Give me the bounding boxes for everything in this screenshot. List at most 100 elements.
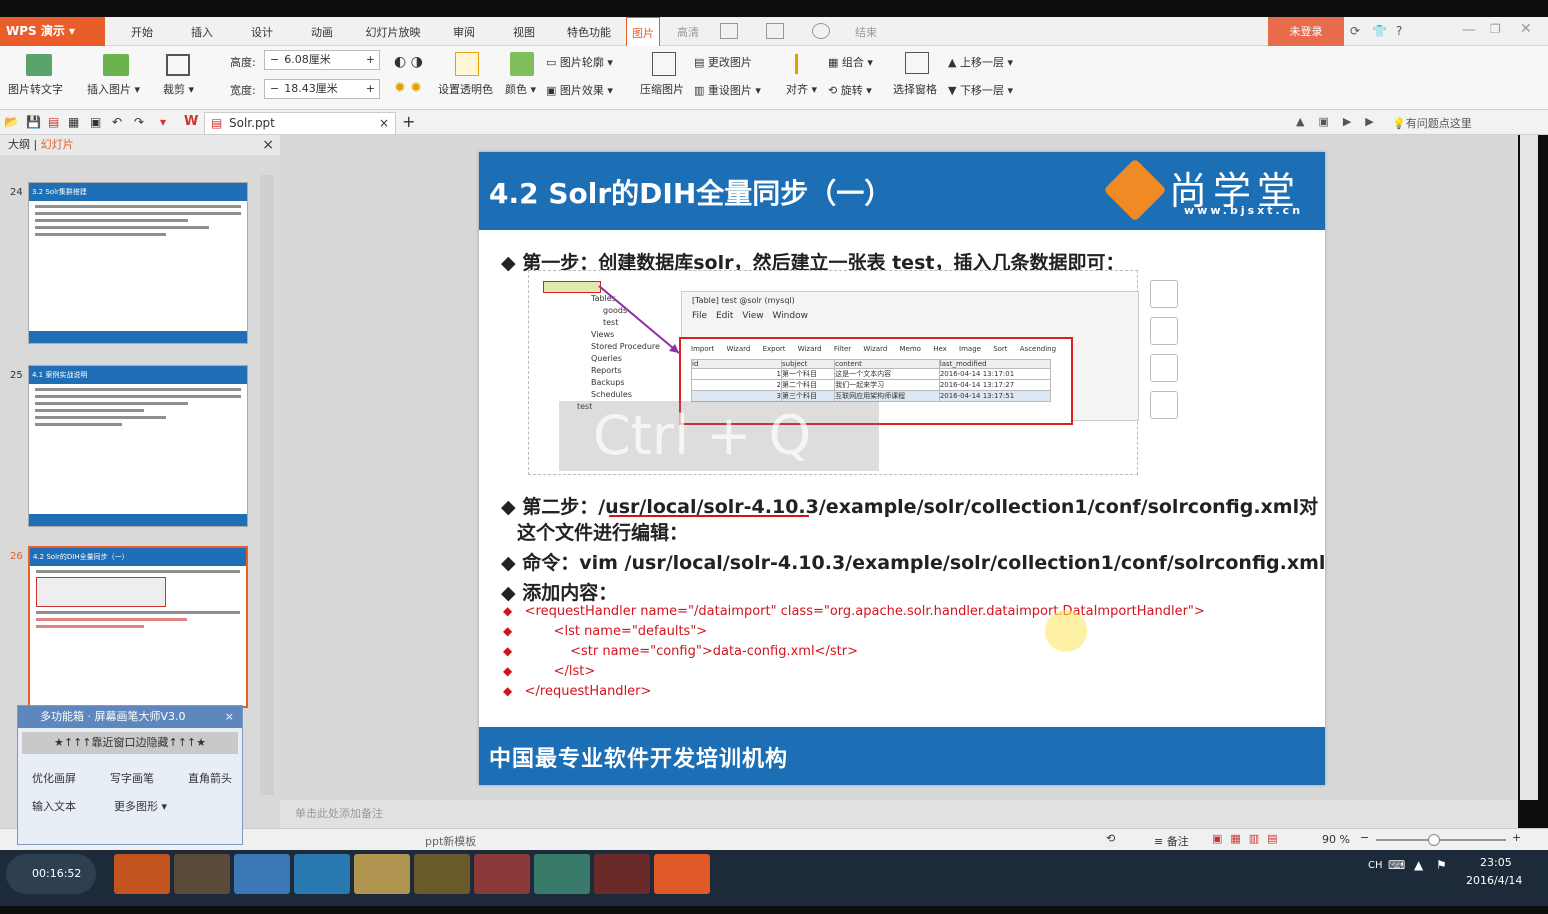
file-tab-solr[interactable]: ▤ Solr.ppt × — [204, 112, 396, 134]
maximize-icon[interactable]: ❐ — [1490, 22, 1501, 36]
app-icon[interactable] — [174, 854, 230, 894]
text-input-button[interactable]: 输入文本 — [32, 798, 76, 814]
edit-icon[interactable] — [1150, 391, 1178, 419]
contrast-icon[interactable]: ◐ ◑ — [394, 54, 423, 70]
slide-thumb-24[interactable]: 3.2 Solr集群搭建 — [28, 182, 248, 344]
slides-tab[interactable]: 幻灯片 — [41, 138, 74, 151]
lang-indicator[interactable]: CH — [1368, 860, 1383, 871]
width-stepper[interactable]: −18.43厘米 + — [264, 79, 380, 99]
tab-design[interactable]: 设计 — [240, 17, 284, 46]
more-icon[interactable]: ▾ — [160, 115, 166, 129]
brightness-icon[interactable]: ✹ ✹ — [394, 80, 422, 96]
clock-date[interactable]: 2016/4/14 — [1466, 874, 1522, 887]
rotate-button[interactable]: ⟲ 旋转 ▾ — [828, 82, 872, 98]
bring-forward-button[interactable]: ▲ 上移一层 ▾ — [948, 54, 1013, 70]
tray-arrow-icon[interactable]: ▲ — [1414, 858, 1423, 872]
code-line[interactable]: ◆ <str name="config">data-config.xml</st… — [503, 644, 858, 659]
redo-icon[interactable]: ↷ — [134, 115, 144, 129]
color-button[interactable]: 颜色 ▾ — [505, 81, 536, 97]
toolbar-icons[interactable]: ▲▣▶▶ — [1296, 115, 1388, 128]
tab-hd[interactable]: 高清 — [666, 17, 710, 46]
undo-icon[interactable]: ↶ — [112, 115, 122, 129]
pen-button[interactable]: 写字画笔 — [110, 770, 154, 786]
notes-toggle[interactable]: ≡ 备注 — [1154, 833, 1189, 849]
start-button[interactable]: 00:16:52 — [6, 854, 96, 894]
send-backward-button[interactable]: ▼ 下移一层 ▾ — [948, 82, 1013, 98]
code-line[interactable]: ◆ <lst name="defaults"> — [503, 624, 707, 639]
preview-icon[interactable]: ▣ — [90, 115, 101, 129]
tab-slideshow[interactable]: 幻灯片放映 — [360, 17, 426, 46]
tab-insert[interactable]: 插入 — [180, 17, 224, 46]
zoom-icon[interactable] — [1150, 317, 1178, 345]
code-line[interactable]: ◆ </lst> — [503, 664, 595, 679]
help-hint[interactable]: 💡有问题点这里 — [1392, 115, 1472, 131]
layers-icon[interactable] — [1150, 280, 1178, 308]
db-screenshot-image[interactable]: Tables goods test Views Stored Procedure… — [528, 270, 1139, 475]
print-icon[interactable]: ▦ — [68, 115, 79, 129]
tab-end[interactable]: 结束 — [846, 17, 886, 46]
chrome-icon[interactable] — [234, 854, 290, 894]
keyboard-icon[interactable]: ⌨ — [1388, 858, 1405, 872]
folder-icon[interactable] — [354, 854, 410, 894]
template-name[interactable]: ppt新模板 — [425, 833, 476, 849]
zoom-handle[interactable] — [1428, 834, 1440, 846]
compress-button[interactable]: 压缩图片 — [640, 81, 684, 97]
slide-thumb-26[interactable]: 4.2 Solr的DIH全量同步（一） — [28, 546, 248, 708]
help-icon[interactable]: ? — [1396, 24, 1402, 38]
add-content-text[interactable]: ◆ 添加内容： — [501, 578, 617, 605]
zoom-out-icon[interactable]: − — [1360, 831, 1369, 844]
height-stepper[interactable]: −6.08厘米 + — [264, 50, 380, 70]
pic-to-text-button[interactable]: 图片转文字 — [8, 81, 63, 97]
selection-pane-button[interactable]: 选择窗格 — [893, 81, 937, 97]
minimize-icon[interactable]: — — [1462, 22, 1476, 38]
refresh-icon[interactable]: ⟳ — [1350, 24, 1360, 38]
zoom-slider[interactable] — [1376, 839, 1506, 841]
tab-home[interactable]: 开始 — [120, 17, 164, 46]
save-icon[interactable]: 💾 — [26, 115, 41, 129]
vm-icon[interactable] — [294, 854, 350, 894]
code-line[interactable]: ◆ </requestHandler> — [503, 684, 651, 699]
close-icon[interactable]: × — [225, 706, 234, 728]
slide-title[interactable]: 4.2 Solr的DIH全量同步（一） — [489, 172, 892, 212]
pen-tool-title[interactable]: 多功能箱 · 屏幕画笔大师V3.0 × — [18, 706, 242, 728]
firefox-icon[interactable] — [114, 854, 170, 894]
step2-text-cont[interactable]: 这个文件进行编辑： — [517, 518, 688, 545]
pic-effect-button[interactable]: ▣ 图片效果 ▾ — [546, 82, 613, 98]
open-icon[interactable]: 📂 — [4, 115, 19, 129]
tab-view[interactable]: 视图 — [502, 17, 546, 46]
optimize-screen-button[interactable]: 优化画屏 — [32, 770, 76, 786]
app-menu-button[interactable]: WPS 演示 ▾ — [0, 17, 105, 46]
zoom-in-icon[interactable]: + — [1512, 831, 1521, 844]
clock-time[interactable]: 23:05 — [1480, 856, 1512, 869]
terminal-icon[interactable] — [534, 854, 590, 894]
more-shapes-button[interactable]: 更多图形 ▾ — [114, 798, 167, 814]
align-button[interactable]: 对齐 ▾ — [786, 81, 817, 97]
redis-icon[interactable] — [474, 854, 530, 894]
group-button[interactable]: ▦ 组合 ▾ — [828, 54, 873, 70]
slide-thumb-25[interactable]: 4.1 案例实战说明 — [28, 365, 248, 527]
close-tab-icon[interactable]: × — [379, 113, 389, 134]
wps-ppt-icon[interactable] — [654, 854, 710, 894]
set-transparent-button[interactable]: 设置透明色 — [438, 81, 493, 97]
crop-tool-icon[interactable] — [1150, 354, 1178, 382]
export-pdf-icon[interactable]: ▤ — [48, 115, 59, 129]
view-switch-icons[interactable]: ▣▦▥▤ — [1212, 832, 1286, 845]
shirt-icon[interactable]: 👕 — [1372, 24, 1387, 38]
tab-picture[interactable]: 图片 — [626, 17, 660, 46]
command-text[interactable]: ◆ 命令：vim /usr/local/solr-4.10.3/example/… — [501, 548, 1325, 575]
reset-pic-button[interactable]: ▥ 重设图片 ▾ — [694, 82, 761, 98]
layout-icon[interactable] — [766, 23, 784, 39]
arrow-button[interactable]: 直角箭头 — [188, 770, 232, 786]
crop-button[interactable]: 裁剪 ▾ — [163, 81, 194, 97]
close-panel-icon[interactable]: × — [262, 135, 274, 155]
new-tab-icon[interactable]: + — [402, 112, 415, 131]
insert-picture-button[interactable]: 插入图片 ▾ — [87, 81, 140, 97]
navicat-icon[interactable] — [414, 854, 470, 894]
flag-icon[interactable]: ⚑ — [1436, 858, 1447, 872]
window-icon[interactable] — [720, 23, 738, 39]
tab-review[interactable]: 审阅 — [442, 17, 486, 46]
editor-scrollbar[interactable] — [1520, 135, 1538, 800]
login-button[interactable]: 未登录 — [1268, 17, 1344, 46]
code-line[interactable]: ◆ <requestHandler name="/dataimport" cla… — [503, 604, 1205, 619]
recorder-icon[interactable] — [594, 854, 650, 894]
